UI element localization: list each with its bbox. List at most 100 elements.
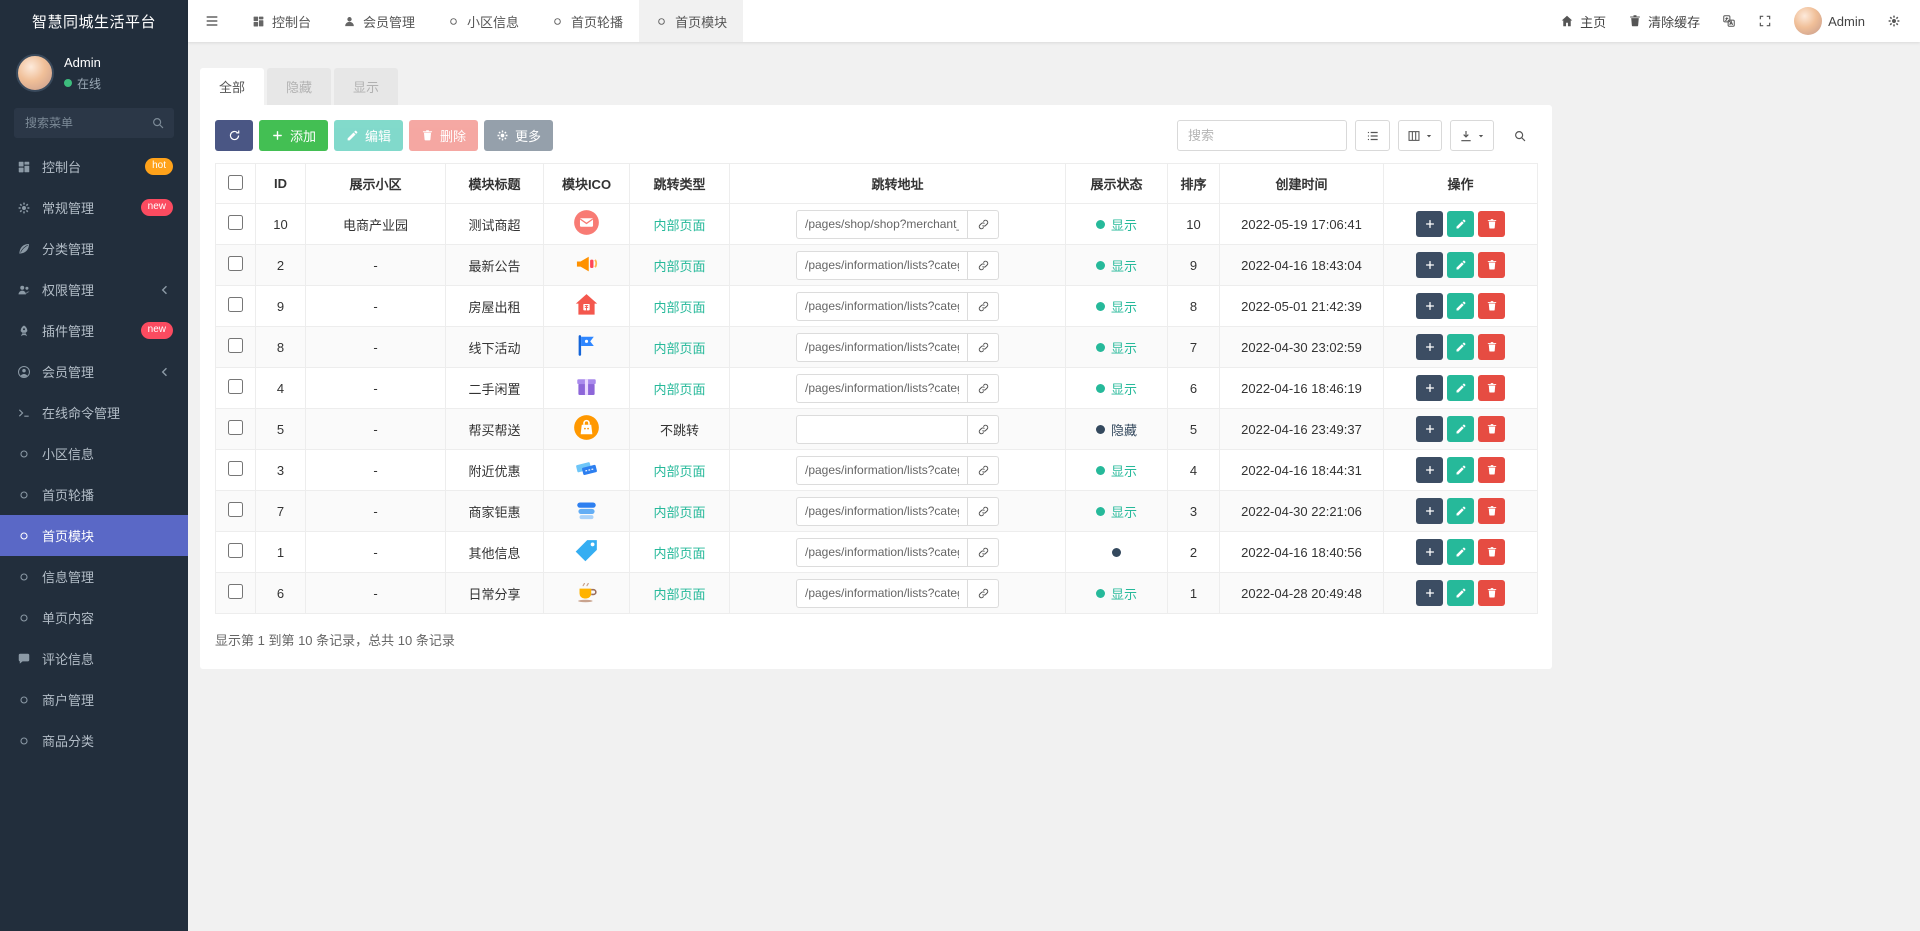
sidebar-item-插件管理[interactable]: 插件管理 new [0,310,188,351]
status-badge[interactable]: 显示 [1095,584,1137,603]
filter-tab-全部[interactable]: 全部 [200,68,265,105]
status-badge[interactable]: 显示 [1095,379,1137,398]
fullscreen-button[interactable] [1747,0,1783,42]
link-button[interactable] [968,373,999,403]
column-header[interactable]: ID [255,163,306,204]
status-badge[interactable]: 显示 [1095,297,1137,316]
row-edit-button[interactable] [1447,375,1474,401]
jump-url-input[interactable] [796,250,968,280]
translate-button[interactable] [1711,0,1747,42]
link-button[interactable] [968,537,999,567]
row-checkbox[interactable] [228,543,243,558]
row-checkbox[interactable] [228,215,243,230]
status-badge[interactable]: 显示 [1095,215,1137,234]
link-button[interactable] [968,209,999,239]
row-expand-button[interactable] [1416,498,1443,524]
row-delete-button[interactable] [1478,211,1505,237]
row-edit-button[interactable] [1447,457,1474,483]
jump-url-input[interactable] [796,291,968,321]
jump-url-input[interactable] [796,455,968,485]
row-edit-button[interactable] [1447,293,1474,319]
menu-toggle-icon[interactable] [188,0,236,42]
sidebar-item-在线命令管理[interactable]: 在线命令管理 [0,392,188,433]
search-button[interactable] [1502,120,1537,151]
filter-tab-隐藏[interactable]: 隐藏 [267,68,332,105]
sidebar-item-评论信息[interactable]: 评论信息 [0,638,188,679]
row-edit-button[interactable] [1447,580,1474,606]
status-badge[interactable]: 显示 [1095,256,1137,275]
sidebar-item-商户管理[interactable]: 商户管理 [0,679,188,720]
row-delete-button[interactable] [1478,334,1505,360]
jump-url-input[interactable] [796,373,968,403]
row-edit-button[interactable] [1447,334,1474,360]
column-header[interactable]: 跳转地址 [729,163,1066,204]
clear-cache-button[interactable]: 清除缓存 [1617,0,1711,42]
row-delete-button[interactable] [1478,457,1505,483]
row-checkbox[interactable] [228,420,243,435]
row-expand-button[interactable] [1416,539,1443,565]
row-expand-button[interactable] [1416,293,1443,319]
column-header[interactable]: 展示状态 [1065,163,1168,204]
link-button[interactable] [968,578,999,608]
row-edit-button[interactable] [1447,416,1474,442]
jump-url-input[interactable] [796,209,968,239]
home-link[interactable]: 主页 [1549,0,1617,42]
row-delete-button[interactable] [1478,375,1505,401]
status-badge[interactable] [1112,547,1121,557]
row-edit-button[interactable] [1447,539,1474,565]
status-badge[interactable]: 隐藏 [1095,420,1137,439]
link-button[interactable] [968,291,999,321]
link-button[interactable] [968,496,999,526]
columns-button[interactable] [1398,120,1442,151]
row-expand-button[interactable] [1416,211,1443,237]
link-button[interactable] [968,455,999,485]
topbar-tab-会员管理[interactable]: 会员管理 [327,0,431,42]
sidebar-item-信息管理[interactable]: 信息管理 [0,556,188,597]
table-search-input[interactable] [1177,120,1347,151]
row-checkbox[interactable] [228,584,243,599]
topbar-tab-控制台[interactable]: 控制台 [236,0,327,42]
link-button[interactable] [968,250,999,280]
sidebar-item-分类管理[interactable]: 分类管理 [0,228,188,269]
column-header[interactable]: 创建时间 [1219,163,1384,204]
row-expand-button[interactable] [1416,580,1443,606]
link-button[interactable] [968,414,999,444]
jump-url-input[interactable] [796,332,968,362]
more-button[interactable]: 更多 [484,120,554,151]
row-delete-button[interactable] [1478,580,1505,606]
row-edit-button[interactable] [1447,498,1474,524]
row-delete-button[interactable] [1478,416,1505,442]
topbar-tab-小区信息[interactable]: 小区信息 [431,0,535,42]
row-delete-button[interactable] [1478,293,1505,319]
sidebar-item-单页内容[interactable]: 单页内容 [0,597,188,638]
row-checkbox[interactable] [228,297,243,312]
column-header[interactable]: 排序 [1167,163,1220,204]
jump-url-input[interactable] [796,414,968,444]
status-badge[interactable]: 显示 [1095,502,1137,521]
row-expand-button[interactable] [1416,457,1443,483]
settings-button[interactable] [1876,0,1912,42]
jump-url-input[interactable] [796,578,968,608]
sidebar-item-控制台[interactable]: 控制台 hot [0,146,188,187]
status-badge[interactable]: 显示 [1095,338,1137,357]
row-expand-button[interactable] [1416,375,1443,401]
row-checkbox[interactable] [228,256,243,271]
column-header[interactable]: 展示小区 [305,163,446,204]
row-delete-button[interactable] [1478,498,1505,524]
link-button[interactable] [968,332,999,362]
row-checkbox[interactable] [228,461,243,476]
column-header[interactable]: 跳转类型 [629,163,730,204]
row-expand-button[interactable] [1416,334,1443,360]
row-expand-button[interactable] [1416,416,1443,442]
sidebar-item-商品分类[interactable]: 商品分类 [0,720,188,761]
export-button[interactable] [1450,120,1494,151]
row-delete-button[interactable] [1478,252,1505,278]
row-checkbox[interactable] [228,502,243,517]
edit-button[interactable]: 编辑 [334,120,404,151]
row-edit-button[interactable] [1447,252,1474,278]
delete-button[interactable]: 删除 [409,120,479,151]
status-badge[interactable]: 显示 [1095,461,1137,480]
menu-search-input[interactable] [14,108,174,138]
topbar-tab-首页轮播[interactable]: 首页轮播 [535,0,639,42]
column-header[interactable]: 模块标题 [445,163,544,204]
